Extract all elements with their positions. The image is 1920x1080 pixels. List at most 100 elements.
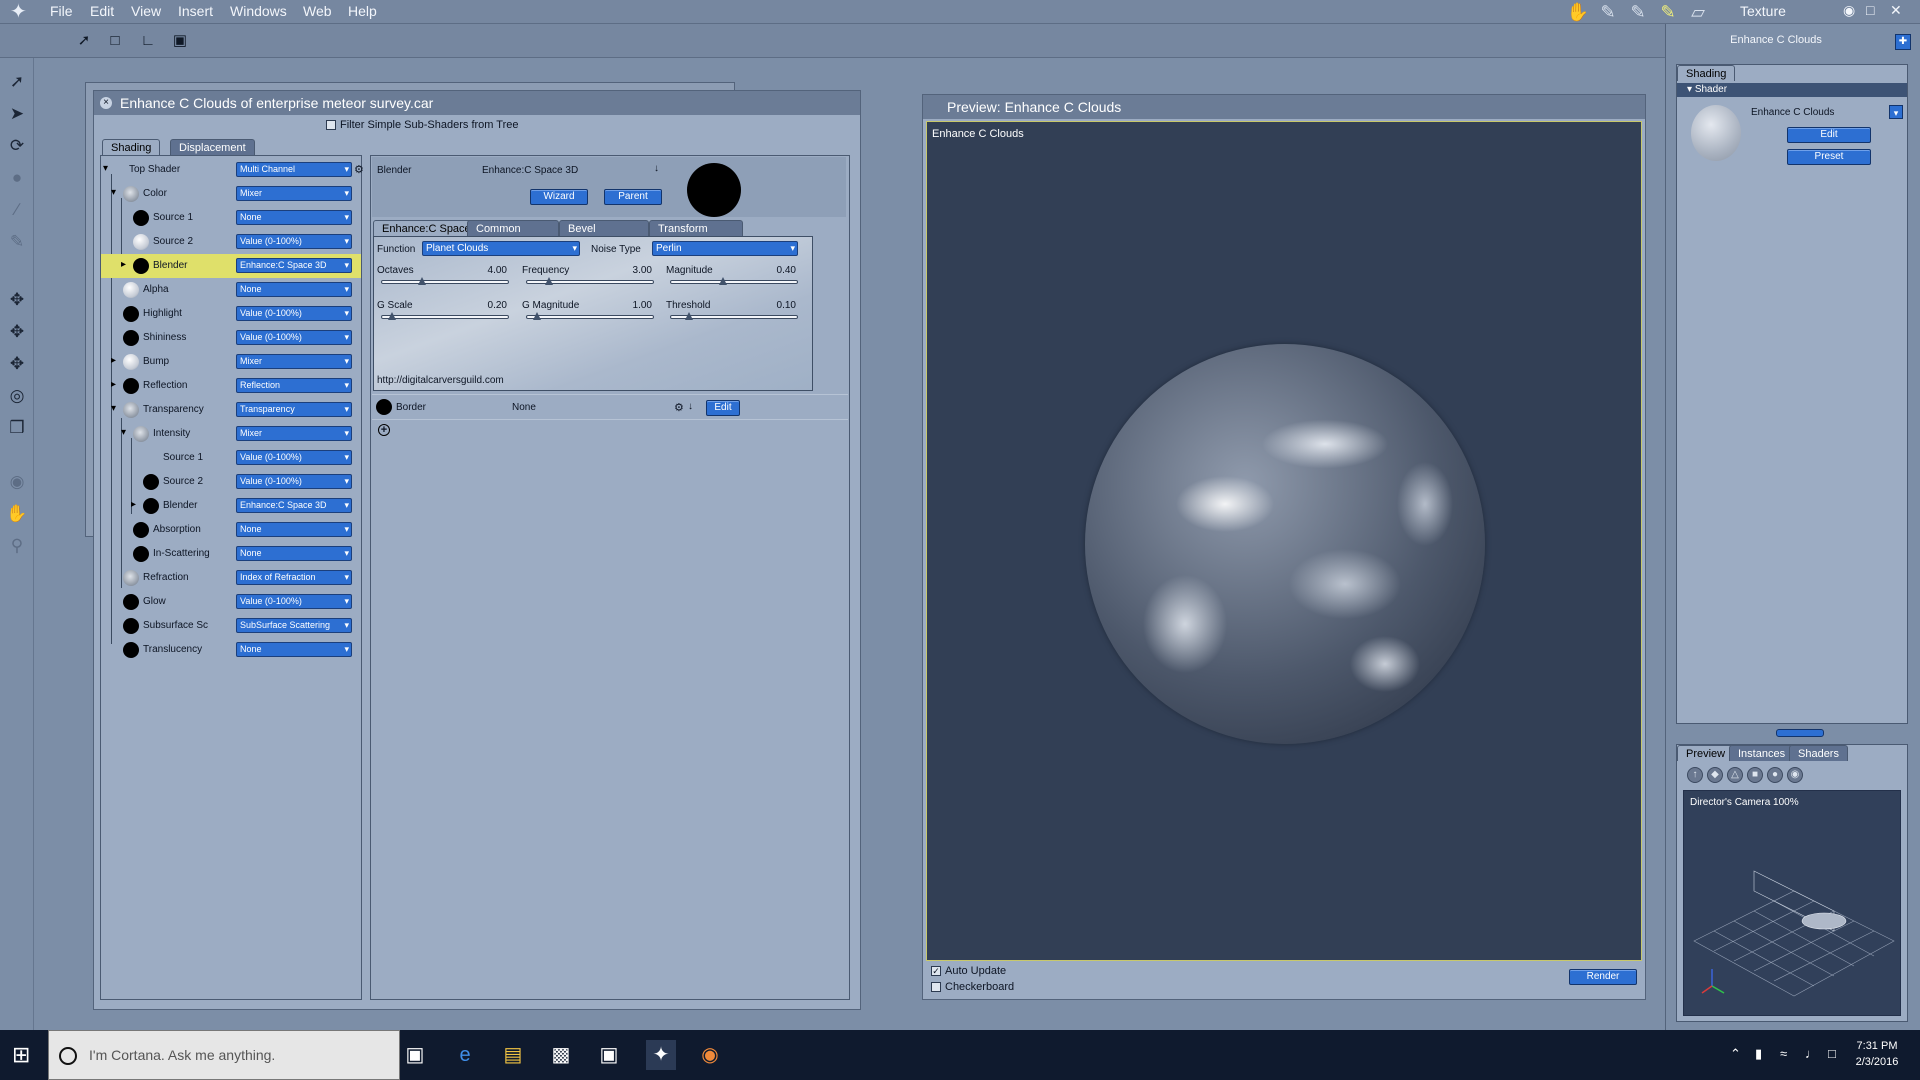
bounding-box-icon[interactable]: □	[105, 31, 125, 51]
line-tool-icon[interactable]: ∕	[5, 198, 29, 222]
camera-view[interactable]: Director's Camera 100%	[1683, 790, 1901, 1016]
menu-view[interactable]: View	[131, 3, 161, 19]
function-select[interactable]: Planet Clouds	[422, 241, 580, 256]
tree-select[interactable]: Value (0-100%)	[236, 474, 352, 489]
slider-thumb[interactable]	[719, 277, 727, 285]
settings-icon[interactable]: ⚙	[354, 163, 364, 176]
move-xy-icon[interactable]: ✥	[5, 288, 29, 312]
eye-icon[interactable]: ◉	[1843, 2, 1855, 19]
collapse-arrow-icon[interactable]: ▾	[121, 427, 126, 438]
menu-insert[interactable]: Insert	[178, 3, 213, 19]
slider-thumb[interactable]	[388, 312, 396, 320]
rotate-tool-icon[interactable]: ⟳	[5, 134, 29, 158]
frame-tool-icon[interactable]: ▣	[170, 31, 190, 51]
settings-icon[interactable]: ⚙	[674, 401, 684, 414]
restore-icon[interactable]: □	[1866, 2, 1874, 18]
volume-icon[interactable]: ♩	[1805, 1046, 1818, 1061]
menu-help[interactable]: Help	[348, 3, 377, 19]
tab-rp-shading[interactable]: Shading	[1677, 65, 1736, 81]
slider-thumb[interactable]	[545, 277, 553, 285]
rp-edit-button[interactable]: Edit	[1787, 127, 1871, 143]
menu-web[interactable]: Web	[303, 3, 332, 19]
shader-dropdown-icon[interactable]: ↓	[654, 163, 659, 174]
tab-rp-preview[interactable]: Preview	[1677, 745, 1735, 761]
tree-row[interactable]: Source 1 Value (0-100%)	[101, 446, 361, 470]
auto-update-check[interactable]: ✓	[931, 966, 941, 977]
wireframe-icon[interactable]: △	[1727, 767, 1743, 783]
filter-checkbox[interactable]	[326, 120, 336, 131]
tree-row[interactable]: ▸ Blender Enhance:C Space 3D	[101, 494, 361, 518]
tab-bevel[interactable]: Bevel	[559, 220, 649, 236]
trackball-icon[interactable]: ◎	[5, 384, 29, 408]
slider-value[interactable]: 0.20	[467, 300, 507, 311]
slider-track[interactable]	[381, 277, 509, 285]
tree-select[interactable]: None	[236, 522, 352, 537]
slider-track[interactable]	[526, 277, 654, 285]
tree-select[interactable]: Value (0-100%)	[236, 330, 352, 345]
model-room-icon[interactable]: ✎	[1595, 1, 1621, 23]
tab-common[interactable]: Common	[467, 220, 559, 236]
tree-select[interactable]: Value (0-100%)	[236, 234, 352, 249]
tree-row[interactable]: Alpha None	[101, 278, 361, 302]
tree-row[interactable]: Source 2 Value (0-100%)	[101, 230, 361, 254]
tab-rp-instances[interactable]: Instances	[1729, 745, 1795, 761]
battery-icon[interactable]: ▮	[1755, 1046, 1762, 1062]
tree-select[interactable]: Index of Refraction	[236, 570, 352, 585]
tree-select[interactable]: Multi Channel	[236, 162, 352, 177]
window-title[interactable]: Enhance C Clouds of enterprise meteor su…	[94, 91, 860, 115]
expand-arrow-icon[interactable]: ▸	[121, 259, 126, 270]
menu-edit[interactable]: Edit	[90, 3, 114, 19]
expand-arrow-icon[interactable]: ▸	[131, 499, 136, 510]
edge-icon[interactable]: e	[450, 1040, 480, 1070]
slider-value[interactable]: 0.10	[756, 300, 796, 311]
bounding-icon[interactable]: ◆	[1707, 767, 1723, 783]
tree-select[interactable]: Reflection	[236, 378, 352, 393]
texture-icon[interactable]: ◉	[1787, 767, 1803, 783]
tray-chevron-icon[interactable]: ⌃	[1730, 1046, 1741, 1062]
hand-icon[interactable]: ✋	[5, 502, 29, 526]
select-arrow-icon[interactable]: ➚	[74, 31, 94, 51]
sphere-tool-icon[interactable]: ●	[5, 166, 29, 190]
filter-checkbox-row[interactable]: Filter Simple Sub-Shaders from Tree	[326, 119, 519, 131]
auto-update-checkbox[interactable]: ✓ Auto Update	[931, 965, 1006, 977]
tab-enhance-c-space[interactable]: Enhance:C Space	[373, 220, 480, 236]
tree-select[interactable]: Enhance:C Space 3D	[236, 258, 352, 273]
tree-select[interactable]: None	[236, 282, 352, 297]
tree-row[interactable]: In-Scattering None	[101, 542, 361, 566]
rp-preset-button[interactable]: Preset	[1787, 149, 1871, 165]
tree-select[interactable]: None	[236, 210, 352, 225]
tab-transform[interactable]: Transform	[649, 220, 743, 236]
close-icon[interactable]: ✕	[1890, 2, 1902, 19]
tree-select[interactable]: None	[236, 642, 352, 657]
tree-row[interactable]: ▸ Reflection Reflection	[101, 374, 361, 398]
texture-room-icon[interactable]: ✎	[1655, 1, 1681, 23]
collapse-arrow-icon[interactable]: ▾	[111, 403, 116, 414]
animation-room-icon[interactable]: ✋	[1565, 1, 1591, 23]
shader-room-icon[interactable]: ▱	[1685, 1, 1711, 23]
render-room-icon[interactable]: ✎	[1625, 1, 1651, 23]
tree-select[interactable]: Mixer	[236, 426, 352, 441]
camera-icon[interactable]: ◉	[5, 470, 29, 494]
slider-track[interactable]	[670, 277, 798, 285]
slider-track[interactable]	[381, 312, 509, 320]
cortana-search[interactable]: I'm Cortana. Ask me anything.	[48, 1030, 400, 1080]
tree-row[interactable]: ▾ Transparency Transparency	[101, 398, 361, 422]
notifications-icon[interactable]: □	[1828, 1046, 1836, 1061]
store-icon[interactable]: ▩	[546, 1040, 576, 1070]
slider-track[interactable]	[670, 312, 798, 320]
edit-button[interactable]: Edit	[706, 400, 740, 416]
slider-track[interactable]	[526, 312, 654, 320]
url-text[interactable]: http://digitalcarversguild.com	[377, 375, 504, 386]
tree-row[interactable]: Absorption None	[101, 518, 361, 542]
tree-row[interactable]: Source 1 None	[101, 206, 361, 230]
tree-select[interactable]: Value (0-100%)	[236, 450, 352, 465]
tab-displacement[interactable]: Displacement	[170, 139, 255, 155]
menu-file[interactable]: File	[50, 3, 73, 19]
render-button[interactable]: Render	[1569, 969, 1637, 985]
tree-row[interactable]: Source 2 Value (0-100%)	[101, 470, 361, 494]
checkerboard-check[interactable]	[931, 982, 941, 993]
shader-thumbnail[interactable]	[1691, 105, 1741, 161]
tree-select[interactable]: Value (0-100%)	[236, 594, 352, 609]
firefox-icon[interactable]: ◉	[695, 1040, 725, 1070]
collapse-arrow-icon[interactable]: ▾	[103, 163, 108, 174]
